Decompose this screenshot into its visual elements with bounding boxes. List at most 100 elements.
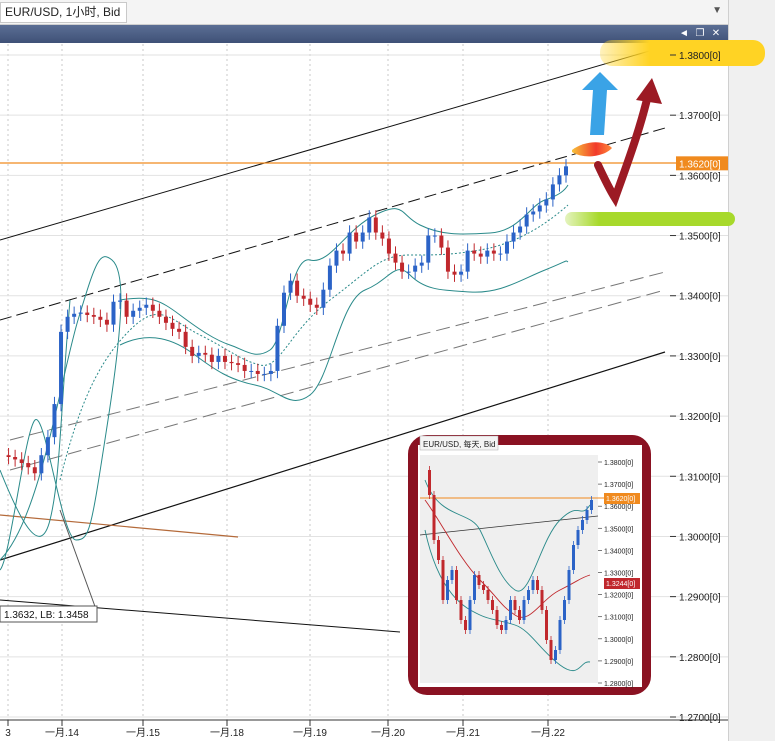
candle	[6, 455, 11, 458]
candle	[341, 250, 346, 254]
hand-drawn-annotations	[565, 40, 765, 226]
candle	[78, 312, 83, 314]
candle	[413, 265, 418, 272]
inset-candle	[558, 620, 562, 650]
inset-y-tick-label: 1.2800[0]	[604, 681, 633, 688]
candle	[275, 325, 280, 371]
candle	[183, 331, 188, 347]
inset-y-tick-label: 1.3100[0]	[604, 615, 633, 622]
candle	[255, 370, 260, 374]
candle	[229, 361, 234, 364]
inset-candle	[446, 580, 449, 600]
candle	[13, 457, 18, 460]
inset-candle	[590, 500, 593, 510]
inset-candle	[468, 600, 472, 630]
candle	[439, 235, 444, 248]
inset-candle	[545, 610, 548, 640]
candle	[445, 247, 450, 272]
x-tick-label: 一月.19	[293, 727, 327, 739]
inset-marker-label: 1.3244[0]	[606, 581, 635, 588]
candle	[314, 304, 319, 308]
candle	[124, 300, 129, 317]
inset-candle	[491, 600, 494, 610]
candle	[216, 355, 221, 362]
inset-y-tick-label: 1.3300[0]	[604, 571, 633, 578]
candle	[465, 250, 470, 272]
inset-y-tick-label: 1.3000[0]	[604, 637, 633, 644]
inset-candle	[500, 625, 503, 630]
candle	[380, 232, 385, 239]
candle	[347, 232, 352, 254]
x-tick-label: 一月.22	[531, 727, 565, 739]
y-tick-label: 1.2700[0]	[679, 713, 721, 724]
inset-candle	[527, 590, 530, 600]
inset-title: EUR/USD, 每天, Bid	[423, 439, 495, 449]
candle	[288, 280, 293, 293]
candle	[432, 235, 437, 237]
candle	[426, 235, 431, 263]
candle	[190, 346, 195, 356]
candle	[485, 250, 490, 257]
inset-y-tick-label: 1.3800[0]	[604, 460, 633, 467]
inset-candle	[504, 620, 508, 630]
candle	[150, 304, 155, 311]
inset-candle	[536, 580, 539, 590]
candle	[203, 352, 208, 355]
y-tick-label: 1.3500[0]	[679, 232, 721, 243]
inset-candle	[513, 600, 517, 610]
candle	[170, 322, 175, 329]
candle	[39, 455, 44, 474]
candle	[222, 355, 227, 362]
candle	[504, 241, 509, 254]
candle	[59, 331, 64, 405]
y-tick-label: 1.3400[0]	[679, 292, 721, 303]
candle	[544, 199, 549, 206]
y-tick-label: 1.2800[0]	[679, 653, 721, 664]
candle	[354, 232, 359, 242]
y-tick-label: 1.3200[0]	[679, 412, 721, 423]
candle	[386, 238, 391, 254]
inset-y-tick-label: 1.3200[0]	[604, 593, 633, 600]
inset-current-price-label: 1.3620[0]	[606, 496, 635, 503]
candle	[242, 364, 247, 371]
candle	[498, 253, 503, 255]
price-chart[interactable]: 1.3800[0] 1.3700[0] 1.3600[0] 1.3500[0] 1.34…	[0, 0, 775, 741]
y-tick-label: 1.3600[0]	[679, 171, 721, 182]
candle	[518, 226, 523, 233]
candle	[301, 295, 306, 299]
candle	[459, 271, 464, 275]
inset-y-tick-label: 1.3600[0]	[604, 504, 633, 511]
candle	[321, 289, 326, 308]
arrow-up-icon	[582, 72, 618, 135]
inset-candle	[576, 530, 580, 545]
candle	[406, 271, 411, 273]
candle	[72, 313, 77, 317]
candle	[334, 250, 339, 266]
candle	[131, 310, 136, 317]
candle	[452, 271, 457, 275]
inset-candle	[486, 590, 490, 600]
inset-y-tick-label: 1.3400[0]	[604, 548, 633, 555]
daily-inset-chart: EUR/USD, 每天, Bid 1.3800[0] 1.3700[0] 1.360…	[408, 435, 651, 695]
candle	[52, 404, 57, 438]
inset-candle	[428, 470, 431, 495]
candle	[537, 205, 542, 212]
candle	[262, 373, 267, 375]
inset-candle	[477, 575, 481, 585]
candle	[19, 459, 24, 464]
inset-candle	[518, 610, 521, 620]
inset-candle	[540, 590, 544, 610]
candle	[419, 262, 424, 266]
y-tick-label: 1.3700[0]	[679, 111, 721, 122]
candle	[268, 370, 273, 374]
inset-candle	[531, 580, 535, 590]
candle	[531, 211, 536, 215]
candle	[209, 354, 214, 362]
inset-candle	[441, 560, 445, 600]
x-tick-label: 一月.15	[126, 727, 160, 739]
inset-candle	[563, 600, 566, 620]
channel-value-label: 1.3632, LB: 1.3458	[0, 605, 98, 623]
candle	[557, 175, 562, 185]
candle	[360, 232, 365, 242]
x-tick-label: 3	[5, 728, 11, 739]
